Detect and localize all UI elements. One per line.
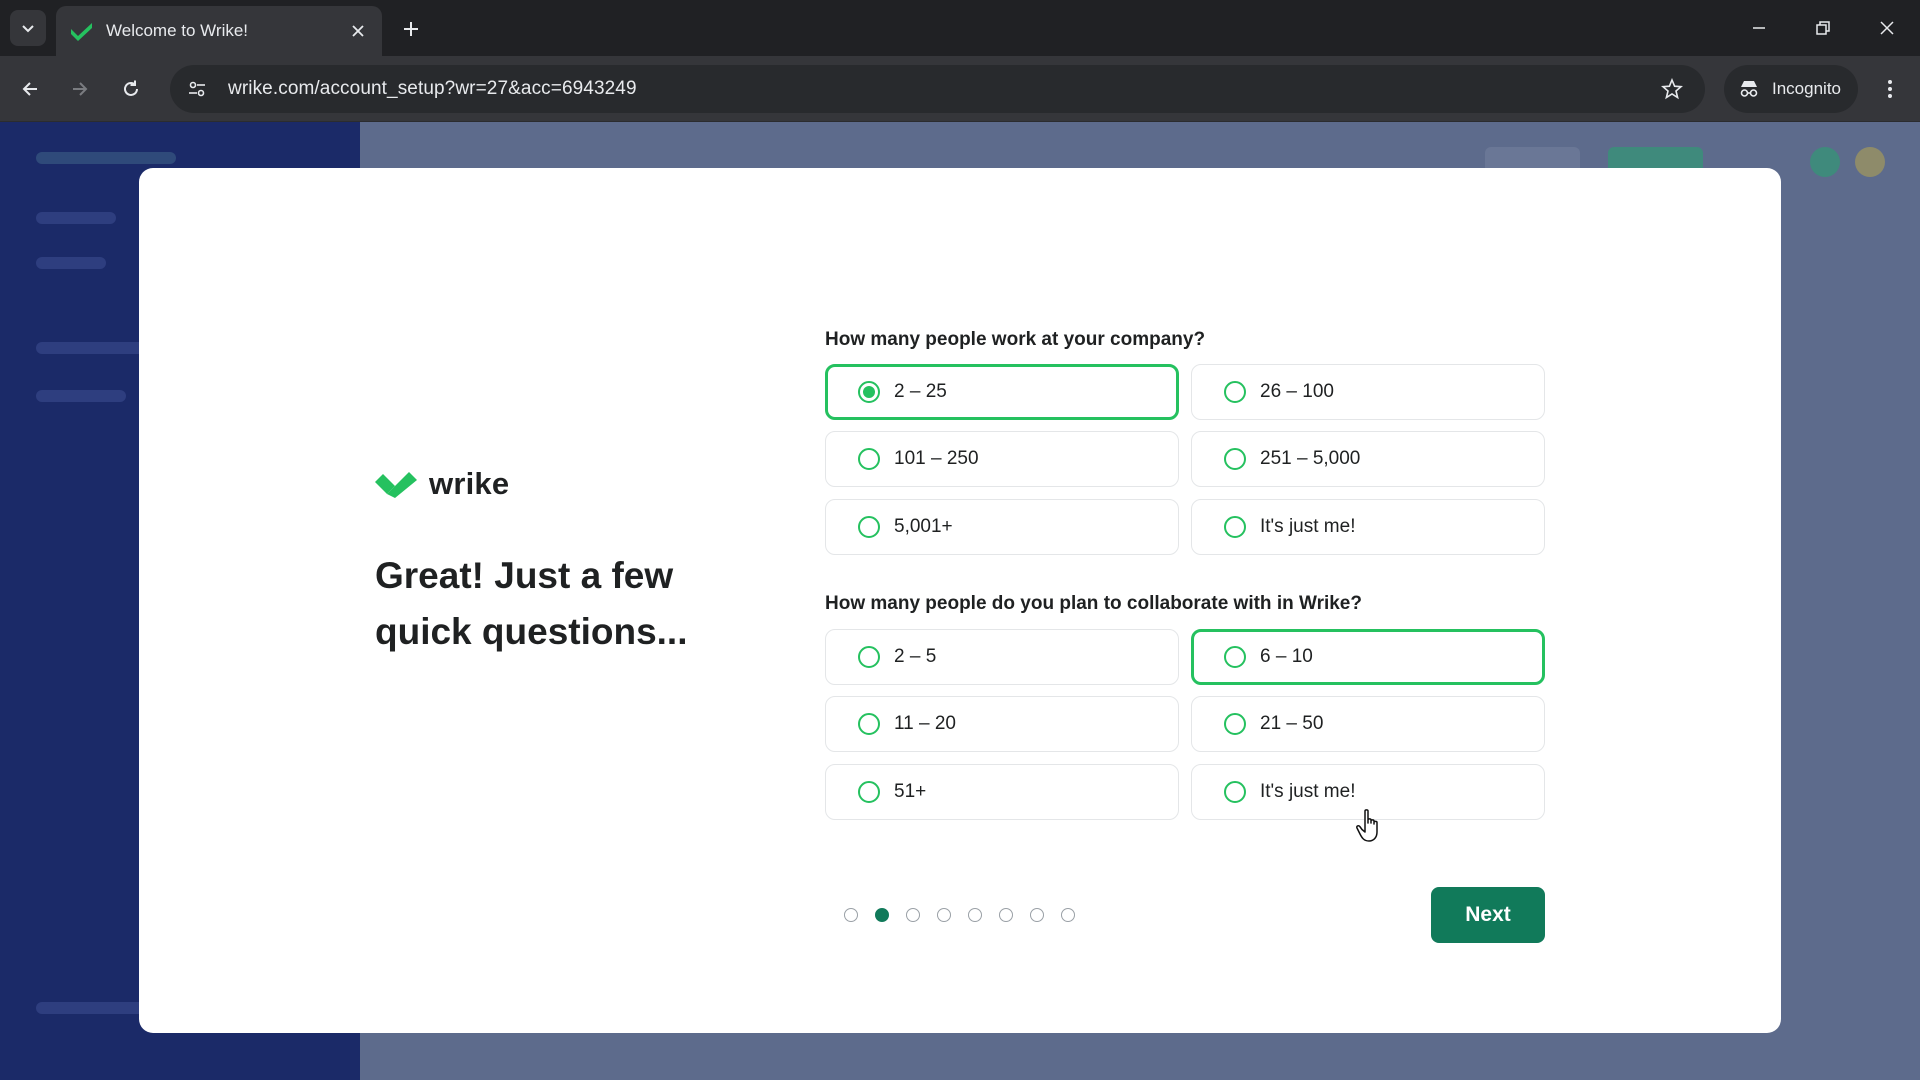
radio-icon [858,448,880,470]
option-collab-6-10[interactable]: 6 – 10 [1191,629,1545,685]
radio-icon [1224,713,1246,735]
arrow-left-icon [22,82,37,96]
reload-icon [124,80,138,96]
incognito-label: Incognito [1772,79,1841,98]
option-company-just-me[interactable]: It's just me! [1191,499,1545,555]
next-button[interactable]: Next [1431,887,1545,943]
browser-toolbar: wrike.com/account_setup?wr=27&acc=694324… [0,56,1920,122]
reload-button[interactable] [113,71,149,107]
wrike-favicon-icon [70,19,94,43]
step-dot-1[interactable] [844,908,858,922]
tab-close-icon[interactable] [346,19,370,43]
chevron-down-icon [22,25,34,33]
url-text: wrike.com/account_setup?wr=27&acc=694324… [228,78,637,99]
background-avatar [1810,147,1840,177]
radio-icon [1224,781,1246,803]
option-label: 5,001+ [894,516,953,537]
option-label: 51+ [894,781,927,802]
radio-icon [1224,516,1246,538]
option-collab-11-20[interactable]: 11 – 20 [825,696,1179,752]
option-label: 26 – 100 [1260,381,1334,402]
arrow-right-icon [73,82,88,96]
wrike-logo-text: wrike [429,466,510,501]
option-collab-51-plus[interactable]: 51+ [825,764,1179,820]
option-company-5001-plus[interactable]: 5,001+ [825,499,1179,555]
step-dot-4[interactable] [937,908,951,922]
browser-tab[interactable]: Welcome to Wrike! [56,6,382,56]
option-label: 2 – 5 [894,646,937,667]
step-dot-2-active[interactable] [875,908,889,922]
option-label: 21 – 50 [1260,713,1324,734]
step-indicator [844,908,1075,922]
incognito-icon [1740,81,1758,97]
radio-icon [1224,646,1246,668]
step-dot-5[interactable] [968,908,982,922]
hand-cursor-icon [1356,809,1378,842]
new-tab-button[interactable] [396,14,426,44]
onboarding-modal: wrike Great! Just a few quick questions.… [139,168,1781,1033]
minimize-button[interactable] [1736,8,1782,48]
radio-icon [1224,381,1246,403]
option-label: 2 – 25 [894,381,947,402]
option-company-101-250[interactable]: 101 – 250 [825,431,1179,487]
option-company-26-100[interactable]: 26 – 100 [1191,364,1545,420]
incognito-badge[interactable]: Incognito [1724,65,1858,113]
option-label: It's just me! [1260,781,1356,802]
option-label: 251 – 5,000 [1260,448,1361,469]
more-vertical-icon [1888,80,1892,98]
wrike-checkmark-icon [375,472,417,498]
browser-menu-button[interactable] [1872,71,1908,107]
radio-icon [858,713,880,735]
restore-icon [1816,21,1830,35]
option-label: 101 – 250 [894,448,979,469]
forward-button[interactable] [62,71,98,107]
tab-search-button[interactable] [10,10,46,46]
radio-icon [1224,448,1246,470]
option-label: 11 – 20 [894,713,956,734]
step-dot-6[interactable] [999,908,1013,922]
radio-icon [858,781,880,803]
wrike-logo: wrike [375,464,509,504]
browser-tab-bar: Welcome to Wrike! [0,0,1920,56]
back-button[interactable] [12,71,48,107]
address-bar[interactable]: wrike.com/account_setup?wr=27&acc=694324… [170,65,1705,113]
option-collab-2-5[interactable]: 2 – 5 [825,629,1179,685]
step-dot-8[interactable] [1061,908,1075,922]
bookmark-star-icon[interactable] [1657,74,1687,104]
restore-button[interactable] [1800,8,1846,48]
background-avatar [1855,147,1885,177]
page-title: Great! Just a few quick questions... [375,555,688,652]
plus-icon [404,22,418,36]
step-dot-7[interactable] [1030,908,1044,922]
step-dot-3[interactable] [906,908,920,922]
tab-title: Welcome to Wrike! [106,21,249,40]
site-settings-icon[interactable] [182,74,212,104]
minimize-icon [1753,27,1765,29]
option-collab-21-50[interactable]: 21 – 50 [1191,696,1545,752]
close-icon [1880,21,1894,35]
radio-selected-icon [858,381,880,403]
option-company-2-25[interactable]: 2 – 25 [825,364,1179,420]
option-label: It's just me! [1260,516,1356,537]
question-collaborators: How many people do you plan to collabora… [825,593,1362,614]
close-window-button[interactable] [1864,8,1910,48]
radio-icon [858,646,880,668]
radio-icon [858,516,880,538]
question-company-size: How many people work at your company? [825,329,1206,350]
option-label: 6 – 10 [1260,646,1313,667]
option-company-251-5000[interactable]: 251 – 5,000 [1191,431,1545,487]
